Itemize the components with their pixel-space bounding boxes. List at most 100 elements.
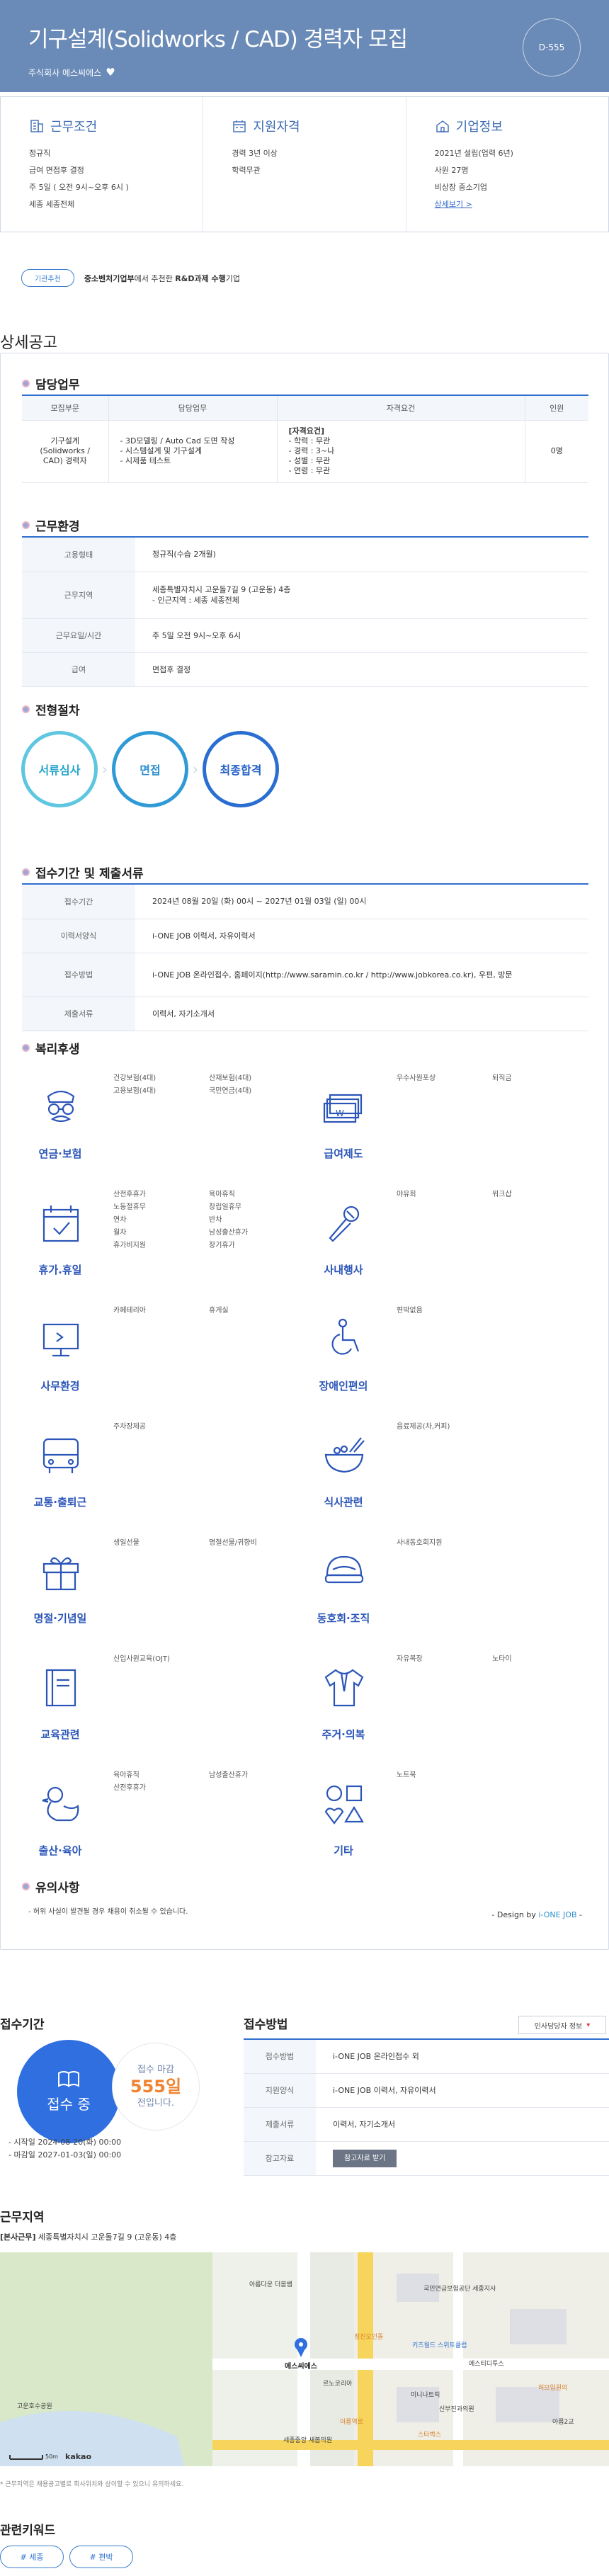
map-label: 아름다운 더봄쌤 (249, 2281, 292, 2288)
summary-company: 기업정보 2021년 설립(업력 6년) 사원 27명 비상장 중소기업 상세보… (406, 97, 608, 232)
chevron-down-icon: ▾ (586, 2021, 591, 2029)
column-header: 자격요건 (276, 396, 525, 421)
period-table: 접수기간 2024년 08월 20일 (화) 00시 ~ 2027년 01월 03… (22, 885, 588, 1031)
map-label: 아름역로 (340, 2419, 364, 2426)
summary-head: 근무조건 (50, 120, 98, 135)
gift-icon (42, 1557, 79, 1591)
map-label: 세종중앙 새봄의원 (283, 2437, 333, 2444)
shirt-icon (324, 1669, 364, 1707)
welfare-name: 동호회·조직 (317, 1612, 370, 1625)
welfare-name: 사내행사 (324, 1264, 363, 1276)
table-cell: 기구설계(Solidworks / CAD) 경력자 (22, 420, 108, 483)
process-step: 면접 (112, 731, 188, 807)
heart-icon[interactable]: ♥ (106, 66, 115, 79)
download-reference-button[interactable]: 참고자료 받기 (333, 2149, 397, 2167)
calendar-check-icon (42, 1205, 79, 1242)
kakao-logo: kakao (65, 2452, 92, 2461)
welfare-item: 주거·의복 자유복장 노타이 (304, 1647, 588, 1768)
welfare-item: 연금·보험 건강보험(4대) 산재보험(4대) 고용보험(4대) 국민연금(4대) (21, 1067, 304, 1187)
summary-line: 경력 3년 이상 (232, 149, 278, 158)
bus-icon (42, 1438, 79, 1473)
agency-recommendation: 기관추천 중소벤처기업부에서 추천한 R&D과제 수행기업 (21, 269, 240, 287)
map-label: 허브입원의 (538, 2385, 568, 2392)
welfare-name: 교통·출퇴근 (33, 1496, 87, 1509)
deadline-badge: 접수 마감 555일 전입니다. (112, 2043, 200, 2130)
design-credit: - Design by i-ONE JOB - (491, 1910, 582, 1919)
program-name: R&D과제 수행 (175, 273, 226, 283)
welfare-item: 명절·기념일 생일선물 명절선물/귀향비 (21, 1531, 304, 1652)
map-label: 에스티디투스 (469, 2361, 504, 2368)
section-welfare: 복리후생 (22, 1039, 80, 1057)
wheelchair-icon (331, 1318, 360, 1355)
welfare-item: 교육관련 신입사원교육(OJT) (21, 1647, 304, 1768)
hr-manager-button[interactable]: 인사담당자 정보 ▾ (518, 2016, 606, 2034)
welfare-item: 기타 노트북 (304, 1764, 588, 1884)
section-process: 전형절차 (22, 700, 80, 718)
map-label: 아름2교 (552, 2419, 574, 2426)
welfare-name: 식사관련 (324, 1496, 363, 1509)
apply-period-title: 접수기간 (0, 2018, 45, 2032)
duck-icon (42, 1786, 79, 1822)
company-detail-link[interactable]: 상세보기 > (435, 200, 472, 209)
job-title: 기구설계(Solidworks / CAD) 경력자 모집 (28, 27, 408, 52)
table-row: 접수방법 i-ONE JOB 온라인접수, 홈페이지(http://www.sar… (22, 953, 588, 997)
apply-dates: - 시작일 2024-08-20(화) 00:00 - 마감일 2027-01-… (8, 2138, 122, 2160)
keyword-tag[interactable]: # 편박 (69, 2546, 133, 2568)
table-row: 제출서류 이력서, 자기소개서 (22, 997, 588, 1031)
apply-status: 접수 중 (17, 2040, 120, 2143)
house-icon (436, 120, 449, 132)
bowl-icon (324, 1437, 365, 1473)
summary-line: 비상장 중소기업 (434, 183, 487, 192)
welfare-item: 출산·육아 육아휴직 남성출산휴가 산전후휴가 (21, 1764, 304, 1884)
table-row: 고용형태 정규직(수습 2개월) (22, 538, 588, 572)
env-table: 고용형태 정규직(수습 2개월) 근무지역 세종특별자치시 고운돌7길 9 (고운동… (22, 538, 588, 687)
column-header: 모집부문 (22, 396, 108, 421)
building-icon (30, 120, 43, 132)
column-header: 인원 (524, 396, 588, 421)
summary-line: 세종 세종전체 (29, 200, 75, 209)
welfare-name: 기타 (334, 1844, 353, 1857)
welfare-name: 사무환경 (40, 1380, 80, 1392)
summary-line: 학력무관 (232, 166, 261, 175)
welfare-name: 교육관련 (40, 1728, 80, 1741)
table-row: 지원양식 i-ONE JOB 이력서, 자유이력서 (244, 2073, 609, 2108)
microphone-icon (329, 1205, 360, 1242)
keyword-tag[interactable]: # 세종 (0, 2546, 64, 2568)
svg-text:W: W (336, 1108, 344, 1118)
process-step: 서류심사 (21, 731, 98, 807)
map-scale: 50m (45, 2453, 58, 2460)
calendar-icon (233, 120, 246, 132)
summary-line: 급여 면접후 결정 (29, 166, 84, 175)
rec-text: 기업 (225, 273, 241, 283)
summary-head: 지원자격 (253, 120, 300, 135)
welfare-name: 휴가.휴일 (38, 1264, 82, 1276)
location-map[interactable]: 아름다운 더봄쌤 국민연금보험공단 세종지사 에스씨에스 고운호수공원 르노코리… (0, 2252, 609, 2466)
summary-head: 기업정보 (455, 120, 503, 135)
chevron-right-icon: › (102, 761, 108, 778)
section-title: 근무환경 (35, 520, 80, 534)
welfare-name: 장애인편의 (319, 1380, 368, 1392)
keywords-title: 관련키워드 (0, 2524, 56, 2538)
map-label: 국민연금보험공단 세종지사 (423, 2286, 496, 2293)
map-label: 정진오인돌 (354, 2334, 384, 2341)
summary-line: 2021년 설립(업력 6년) (434, 149, 513, 158)
summary-conditions: 근무조건 정규직 급여 면접후 결정 주 5일 ( 오전 9시~오후 6시 ) … (1, 97, 204, 232)
table-row: 근무지역 세종특별자치시 고운돌7길 9 (고운동) 4층 - 인근지역 : 세종 … (22, 572, 588, 619)
welfare-item: 식사관련 음료제공(차,커피) (304, 1415, 588, 1536)
table-row: 기구설계(Solidworks / CAD) 경력자 - 3D모델링 / Aut… (22, 420, 588, 483)
detail-title: 상세공고 (0, 334, 57, 352)
company-name[interactable]: 주식회사 에스씨에스 (28, 67, 101, 79)
welfare-item: 교통·출퇴근 주차장제공 (21, 1415, 304, 1536)
table-row: 근무요일/시간 주 5일 오전 9시~오후 6시 (22, 618, 588, 653)
process-step: 최종합격 (203, 731, 279, 807)
table-cell: - 3D모델링 / Auto Cad 도면 작성 - 시스템설계 및 기구설계 … (108, 420, 277, 483)
welfare-name: 연금·보험 (38, 1147, 82, 1160)
caution-text: - 허위 사실이 발견될 경우 채용이 취소될 수 있습니다. (28, 1908, 188, 1916)
section-title: 복리후생 (35, 1043, 80, 1057)
section-env: 근무환경 (22, 516, 80, 534)
shapes-icon (324, 1785, 364, 1825)
map-label: 고운호수공원 (17, 2403, 52, 2410)
section-title: 담당업무 (35, 378, 80, 392)
section-duty: 담당업무 (22, 375, 80, 392)
summary-line: 주 5일 ( 오전 9시~오후 6시 ) (29, 183, 129, 192)
